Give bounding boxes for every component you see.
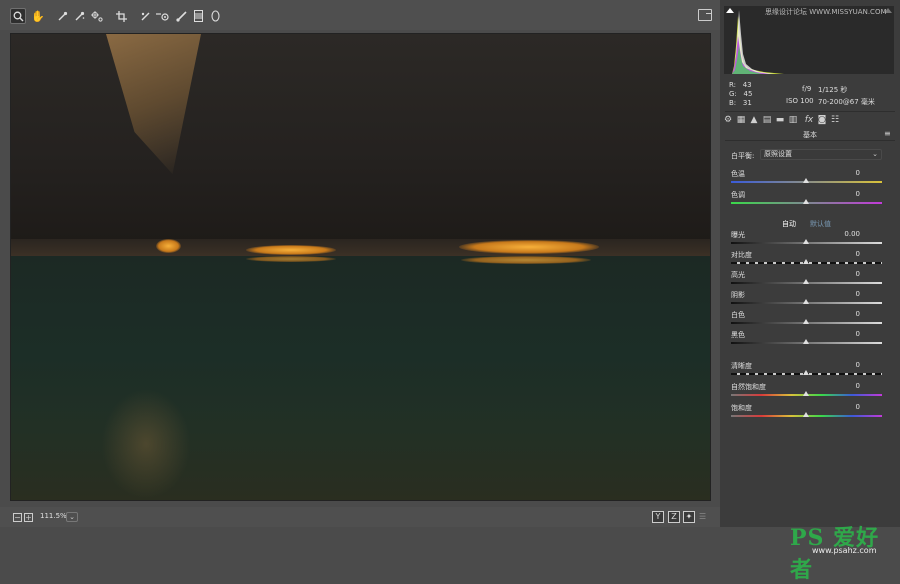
temp-label: 色温 — [731, 170, 745, 178]
temp-value[interactable]: 0 — [830, 169, 860, 177]
lens-tab-icon[interactable]: ▥ — [788, 115, 798, 125]
divider — [725, 111, 895, 112]
white-balance-label: 白平衡: — [731, 152, 755, 160]
b-label: B: 31 — [729, 99, 752, 107]
shadows-label: 阴影 — [731, 291, 745, 299]
tone-curve-tab-icon[interactable]: ▦ — [736, 115, 746, 125]
clarity-value[interactable]: 0 — [830, 361, 860, 369]
basic-tab-icon[interactable]: ⚙ — [723, 115, 733, 125]
saturation-value[interactable]: 0 — [830, 403, 860, 411]
zoom-in-button[interactable]: + — [24, 513, 33, 522]
watermark-text: 思缘设计论坛 WWW.MISSYUAN.COM — [765, 8, 887, 16]
image-preview[interactable] — [10, 33, 711, 501]
mountain-reflection — [101, 389, 191, 499]
glow-patch — [246, 245, 336, 255]
divider — [725, 140, 895, 141]
vibrance-slider-thumb[interactable] — [803, 391, 809, 396]
tint-value[interactable]: 0 — [830, 190, 860, 198]
saturation-label: 饱和度 — [731, 404, 752, 412]
straighten-icon[interactable] — [137, 8, 153, 24]
zoom-dropdown[interactable]: ⌄ — [66, 512, 78, 522]
graduated-filter-icon[interactable] — [190, 8, 206, 24]
blacks-value[interactable]: 0 — [830, 330, 860, 338]
default-button[interactable]: 默认值 — [810, 219, 831, 229]
pixel-info: R: 43 G: 45 B: 31 f/9 1/125 秒 ISO 100 70… — [724, 76, 894, 110]
panel-tabs: ⚙ ▦ ▲ ▤ ▬ ▥ fx ◙ ☷ — [720, 113, 900, 127]
aperture: f/9 — [802, 85, 812, 93]
iso: ISO 100 — [786, 97, 814, 105]
highlights-slider-thumb[interactable] — [803, 279, 809, 284]
chevron-down-icon: ⌄ — [872, 150, 878, 158]
shutter-speed: 1/125 秒 — [818, 86, 848, 94]
exposure-value[interactable]: 0.00 — [830, 230, 860, 238]
split-toning-tab-icon[interactable]: ▬ — [775, 115, 785, 125]
mountain-area — [11, 34, 710, 254]
whites-value[interactable]: 0 — [830, 310, 860, 318]
clarity-slider-thumb[interactable] — [803, 370, 809, 375]
color-sampler-icon[interactable] — [71, 8, 87, 24]
blacks-slider-thumb[interactable] — [803, 339, 809, 344]
zoom-icon[interactable] — [10, 8, 26, 24]
highlights-value[interactable]: 0 — [830, 270, 860, 278]
temp-slider-thumb[interactable] — [803, 178, 809, 183]
view-toggle-button[interactable]: Y — [652, 511, 664, 523]
hsl-tab-icon[interactable]: ▤ — [762, 115, 772, 125]
whites-label: 白色 — [731, 311, 745, 319]
shadow-clipping-icon[interactable] — [726, 8, 734, 13]
status-bar — [0, 507, 720, 527]
shoreline — [11, 239, 710, 257]
vibrance-label: 自然饱和度 — [731, 383, 766, 391]
swap-settings-button[interactable]: ✦ — [683, 511, 695, 523]
whites-slider-thumb[interactable] — [803, 319, 809, 324]
contrast-value[interactable]: 0 — [830, 250, 860, 258]
glow-reflection — [246, 256, 336, 262]
effects-tab-icon[interactable]: fx — [804, 115, 814, 125]
preview-options-icon[interactable]: ☰ — [699, 512, 711, 522]
target-adjust-icon[interactable] — [89, 8, 105, 24]
highlights-label: 高光 — [731, 271, 745, 279]
shadows-value[interactable]: 0 — [830, 290, 860, 298]
glow-reflection — [461, 256, 591, 264]
open-preferences-icon[interactable] — [698, 9, 712, 21]
ps-url: www.psahz.com — [812, 546, 877, 555]
panel-menu-icon[interactable]: ≡ — [884, 129, 891, 138]
section-title: 基本 — [803, 131, 817, 139]
adjust-brush-icon[interactable] — [173, 8, 189, 24]
r-label: R: 43 — [729, 81, 752, 89]
shadows-slider-thumb[interactable] — [803, 299, 809, 304]
g-label: G: 45 — [729, 90, 753, 98]
camera-calibration-tab-icon[interactable]: ◙ — [817, 115, 827, 125]
lens: 70-200@67 毫米 — [818, 98, 875, 106]
tint-label: 色调 — [731, 191, 745, 199]
exposure-slider-thumb[interactable] — [803, 239, 809, 244]
before-after-button[interactable]: Z — [668, 511, 680, 523]
auto-button[interactable]: 自动 — [782, 219, 796, 229]
radial-filter-icon[interactable] — [207, 8, 223, 24]
saturation-slider-thumb[interactable] — [803, 412, 809, 417]
hand-icon[interactable]: ✋ — [30, 8, 46, 24]
contrast-label: 对比度 — [731, 251, 752, 259]
zoom-out-button[interactable]: − — [13, 513, 22, 522]
red-eye-icon[interactable] — [154, 8, 170, 24]
tint-slider-thumb[interactable] — [803, 199, 809, 204]
white-balance-select[interactable]: 原照设置 ⌄ — [760, 149, 882, 160]
zoom-level: 111.5% — [40, 512, 67, 520]
exposure-label: 曝光 — [731, 231, 745, 239]
top-toolbar: ✋ — [0, 0, 720, 30]
blacks-label: 黑色 — [731, 331, 745, 339]
crop-icon[interactable] — [113, 8, 129, 24]
clarity-label: 清晰度 — [731, 362, 752, 370]
glow-patch — [459, 240, 599, 254]
presets-tab-icon[interactable]: ☷ — [830, 115, 840, 125]
detail-tab-icon[interactable]: ▲ — [749, 115, 759, 125]
glow-patch — [156, 239, 181, 253]
white-balance-icon[interactable] — [54, 8, 70, 24]
white-balance-value: 原照设置 — [764, 150, 792, 158]
contrast-slider-thumb[interactable] — [803, 259, 809, 264]
vibrance-value[interactable]: 0 — [830, 382, 860, 390]
